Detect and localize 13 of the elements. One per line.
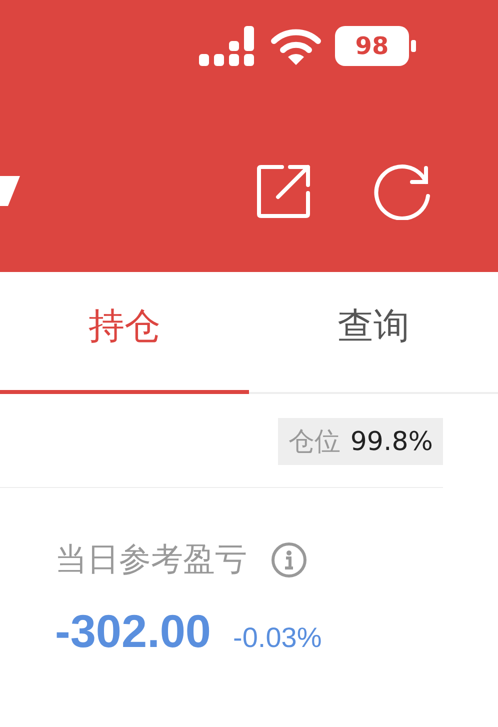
position-label: 仓位 [288,426,340,459]
tab[interactable]: 持仓 [0,272,249,394]
pnl-value: -302.00 [55,604,212,658]
info-icon[interactable] [271,542,307,578]
refresh-button[interactable] [374,162,432,220]
wifi-icon [271,27,321,65]
position-value: 99.8% [350,426,433,456]
dropdown-caret-icon[interactable] [0,176,20,206]
pnl-label: 当日参考盈亏 [55,539,247,580]
pnl-percent: -0.03% [233,622,322,654]
signal-icon [199,26,257,66]
tab[interactable]: 查询 [249,272,498,394]
share-button[interactable] [256,163,312,219]
